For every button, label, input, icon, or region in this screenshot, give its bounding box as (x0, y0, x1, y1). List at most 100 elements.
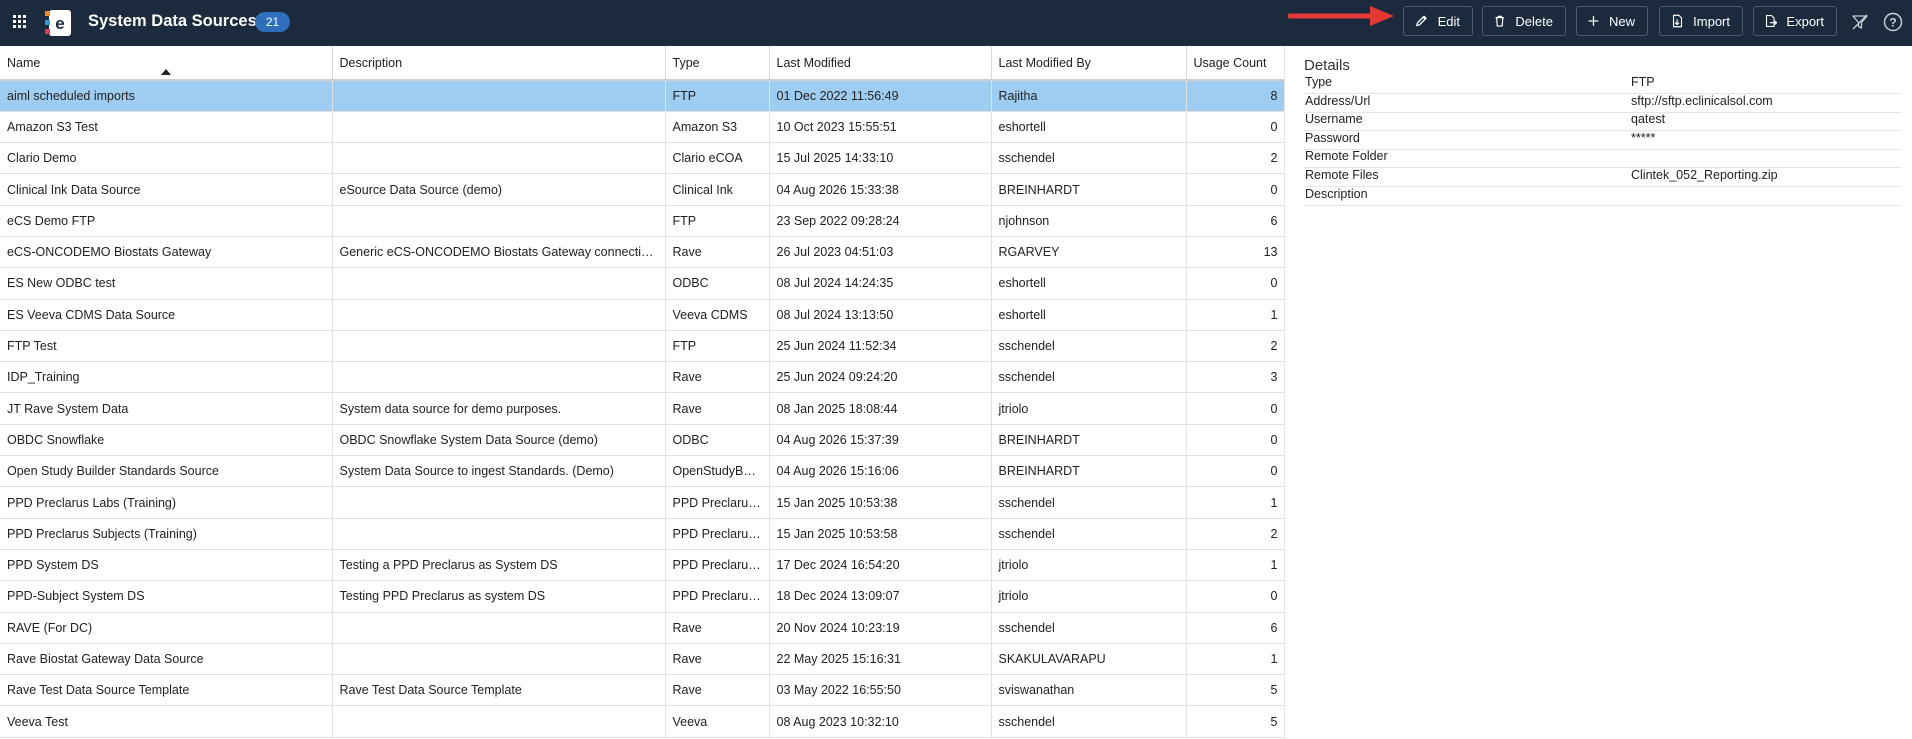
export-button-label: Export (1786, 13, 1824, 29)
cell-usage-count: 0 (1186, 267, 1285, 300)
cell-usage-count: 0 (1186, 455, 1285, 488)
new-button[interactable]: New (1576, 6, 1648, 36)
delete-button-label: Delete (1515, 13, 1553, 29)
cell-type: Veeva (665, 705, 770, 738)
cell-last-modified: 17 Dec 2024 16:54:20 (769, 549, 992, 582)
cell-usage-count: 8 (1186, 80, 1285, 112)
table-row[interactable]: RAVE (For DC) Rave 20 Nov 2024 10:23:19 ssc… (0, 612, 1285, 644)
filter-off-icon[interactable] (1851, 13, 1869, 31)
cell-usage-count: 6 (1186, 612, 1285, 644)
cell-type: PPD Preclarus ... (665, 549, 770, 582)
details-panel: Details Type FTP Address/Url sftp://sftp.ec… (1284, 46, 1912, 739)
help-icon[interactable]: ? (1883, 12, 1903, 32)
table-header-row: Name Description Type Last Modified Last… (0, 46, 1285, 81)
trash-icon (1495, 15, 1504, 27)
cell-name: eCS Demo FTP (0, 205, 333, 237)
cell-usage-count: 1 (1186, 486, 1285, 519)
cell-last-modified-by: sschendel (991, 705, 1187, 738)
cell-usage-count: 6 (1186, 205, 1285, 237)
table-row[interactable]: Clario Demo Clario eCOA 15 Jul 2025 14:33:… (0, 142, 1285, 175)
cell-type: Rave (665, 674, 770, 707)
svg-text:?: ? (1889, 16, 1896, 30)
cell-name: Clario Demo (0, 142, 333, 175)
apps-grid-icon[interactable] (13, 15, 28, 30)
column-header-name[interactable]: Name (0, 46, 333, 81)
cell-name: ES Veeva CDMS Data Source (0, 299, 333, 331)
table-row[interactable]: PPD Preclarus Subjects (Training) PPD Pre… (0, 518, 1285, 550)
table-row[interactable]: JT Rave System Data System data source fo… (0, 392, 1285, 425)
table-row[interactable]: ES New ODBC test ODBC 08 Jul 2024 14:24:35… (0, 267, 1285, 300)
table-row[interactable]: Open Study Builder Standards Source Syste… (0, 455, 1285, 488)
cell-usage-count: 2 (1186, 142, 1285, 175)
cell-last-modified-by: sschendel (991, 142, 1187, 175)
cell-last-modified-by: jtriolo (991, 392, 1187, 425)
cell-last-modified: 15 Jan 2025 10:53:38 (769, 486, 992, 519)
column-header-usage-count[interactable]: Usage Count (1186, 46, 1285, 81)
cell-usage-count: 2 (1186, 518, 1285, 550)
new-button-label: New (1608, 13, 1635, 29)
cell-name: RAVE (For DC) (0, 612, 333, 644)
cell-name: JT Rave System Data (0, 392, 333, 425)
cell-last-modified: 20 Nov 2024 10:23:19 (769, 612, 992, 644)
table-row[interactable]: PPD System DS Testing a PPD Preclarus as … (0, 549, 1285, 582)
cell-last-modified-by: sschendel (991, 361, 1187, 394)
cell-usage-count: 0 (1186, 173, 1285, 206)
cell-type: Clario eCOA (665, 142, 770, 175)
cell-name: PPD Preclarus Subjects (Training) (0, 518, 333, 550)
details-label: Address/Url (1305, 93, 1371, 108)
table-row[interactable]: Amazon S3 Test Amazon S3 10 Oct 2023 15:55… (0, 111, 1285, 144)
cell-last-modified-by: Rajitha (991, 80, 1187, 112)
cell-last-modified-by: jtriolo (991, 580, 1187, 613)
table-row[interactable]: Rave Test Data Source Template Rave Test … (0, 674, 1285, 707)
table-row[interactable]: ES Veeva CDMS Data Source Veeva CDMS 08 Ju… (0, 299, 1285, 331)
cell-description (332, 361, 666, 394)
export-button[interactable]: Export (1753, 6, 1837, 36)
data-sources-table: Name Description Type Last Modified Last… (0, 46, 1285, 739)
table-row[interactable]: eCS-ONCODEMO Biostats Gateway Generic eCS… (0, 236, 1285, 269)
cell-description: Generic eCS-ONCODEMO Biostats Gateway co… (332, 236, 666, 269)
cell-usage-count: 0 (1186, 111, 1285, 144)
table-row[interactable]: IDP_Training Rave 25 Jun 2024 09:24:20 ssch… (0, 361, 1285, 394)
details-label: Remote Files (1305, 168, 1379, 182)
cell-name: Rave Test Data Source Template (0, 674, 333, 707)
table-row[interactable]: Clinical Ink Data Source eSource Data Sou… (0, 173, 1285, 206)
cell-last-modified: 25 Jun 2024 11:52:34 (769, 330, 992, 363)
column-header-description[interactable]: Description (332, 46, 666, 81)
column-header-last-modified[interactable]: Last Modified (769, 46, 992, 81)
cell-last-modified: 03 May 2022 16:55:50 (769, 674, 992, 707)
cell-type: FTP (665, 205, 770, 237)
table-row[interactable]: aiml scheduled imports FTP 01 Dec 2022 11:… (0, 80, 1285, 112)
cell-last-modified-by: sschendel (991, 330, 1187, 363)
table-row[interactable]: OBDC Snowflake OBDC Snowflake System Data… (0, 424, 1285, 457)
details-label: Password (1305, 130, 1360, 145)
import-button[interactable]: Import (1659, 6, 1743, 36)
table-row[interactable]: PPD Preclarus Labs (Training) PPD Preclar… (0, 486, 1285, 519)
cell-last-modified: 22 May 2025 15:16:31 (769, 643, 992, 676)
table-row[interactable]: FTP Test FTP 25 Jun 2024 11:52:34 sschendel… (0, 330, 1285, 363)
cell-last-modified-by: SKAKULAVARAPU (991, 643, 1187, 676)
table-row[interactable]: Rave Biostat Gateway Data Source Rave 22 M… (0, 643, 1285, 676)
cell-description (332, 111, 666, 144)
cell-last-modified: 15 Jul 2025 14:33:10 (769, 142, 992, 175)
table-row[interactable]: eCS Demo FTP FTP 23 Sep 2022 09:28:24 njohn… (0, 205, 1285, 237)
cell-last-modified-by: BREINHARDT (991, 455, 1187, 488)
delete-button[interactable]: Delete (1482, 6, 1566, 36)
red-arrow-icon (1288, 6, 1394, 26)
cell-last-modified: 25 Jun 2024 09:24:20 (769, 361, 992, 394)
count-badge: 21 (255, 12, 290, 32)
table-row[interactable]: Veeva Test Veeva 08 Aug 2023 10:32:10 ssche… (0, 705, 1285, 738)
edit-button[interactable]: Edit (1403, 6, 1473, 36)
cell-description: System Data Source to ingest Standards. … (332, 455, 666, 488)
cell-description (332, 705, 666, 738)
cell-last-modified-by: RGARVEY (991, 236, 1187, 269)
cell-description (332, 299, 666, 331)
cell-name: PPD Preclarus Labs (Training) (0, 486, 333, 519)
cell-type: Rave (665, 392, 770, 425)
cell-last-modified-by: BREINHARDT (991, 424, 1187, 457)
table-row[interactable]: PPD-Subject System DS Testing PPD Preclar… (0, 580, 1285, 613)
column-header-type[interactable]: Type (665, 46, 770, 81)
cell-usage-count: 5 (1186, 674, 1285, 707)
column-header-last-modified-by[interactable]: Last Modified By (991, 46, 1187, 81)
details-label: Description (1305, 186, 1368, 201)
app-logo-icon: e (45, 10, 71, 36)
